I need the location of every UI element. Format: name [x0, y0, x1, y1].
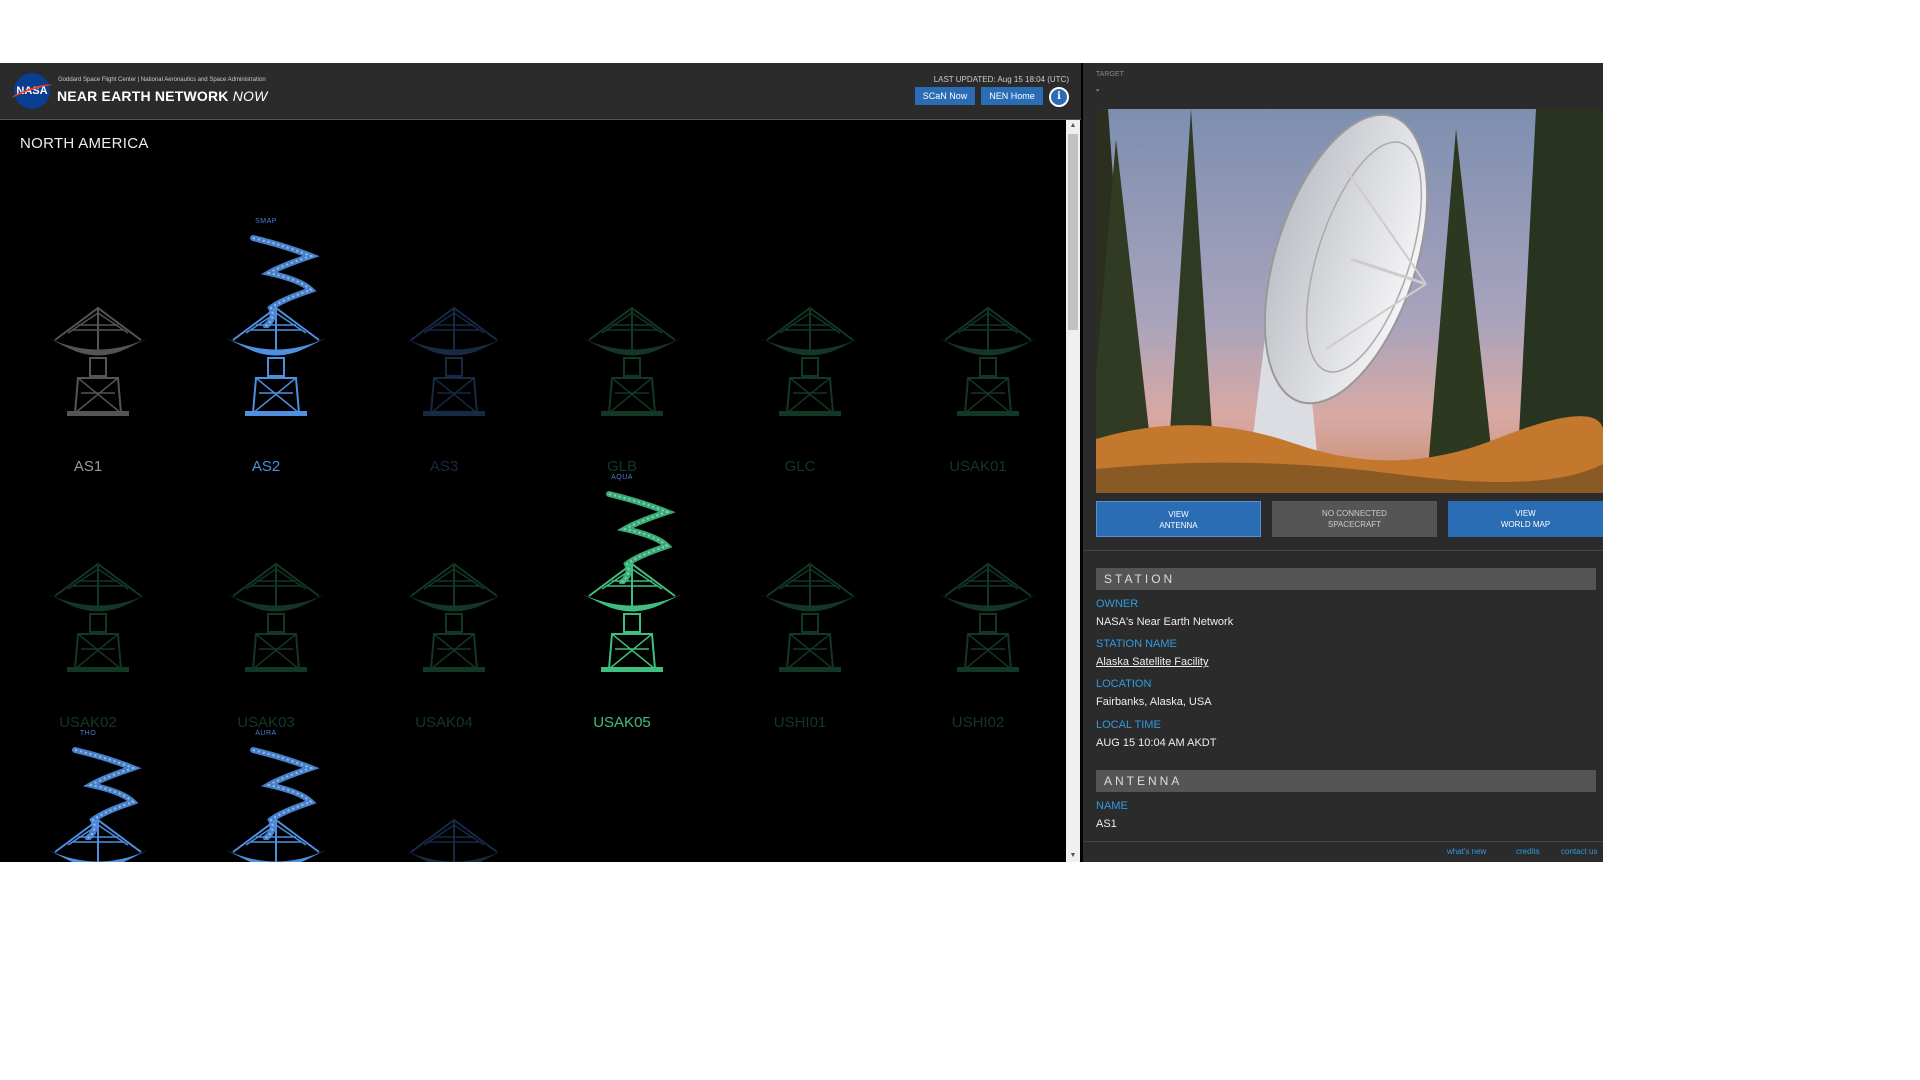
antenna-label[interactable]: GLC	[735, 458, 865, 475]
antenna-dish-icon	[938, 306, 1038, 416]
info-icon[interactable]: i	[1049, 87, 1069, 107]
antenna-label[interactable]: AS3	[379, 458, 509, 475]
nasa-logo[interactable]: NASA	[14, 73, 50, 109]
target-caption: TARGET	[1096, 71, 1124, 78]
antenna-name-value: AS1	[1096, 818, 1117, 830]
region-title: NORTH AMERICA	[20, 135, 149, 152]
world-map-line2: WORLD MAP	[1500, 520, 1551, 529]
antenna-label[interactable]: AS2	[201, 458, 331, 475]
antenna-tile[interactable]: USAK04	[379, 474, 509, 731]
world-map-line1: VIEW	[1515, 509, 1536, 518]
antenna-tile[interactable]: USHI01	[735, 474, 865, 731]
app-window: NASA Goddard Space Flight Center | Natio…	[0, 63, 1603, 862]
credits-link[interactable]: credits	[1516, 847, 1540, 856]
org-line: Goddard Space Flight Center | National A…	[58, 77, 266, 83]
no-conn-line1: NO CONNECTED	[1322, 509, 1387, 518]
antenna-tile[interactable]: AURA	[201, 730, 331, 862]
scroll-up-arrow[interactable]: ▲	[1066, 120, 1080, 132]
no-conn-line2: SPACECRAFT	[1327, 520, 1382, 529]
spacecraft-label: AQUA	[611, 474, 633, 481]
antenna-dish-icon	[582, 306, 682, 416]
antenna-tile[interactable]	[379, 730, 509, 862]
scan-now-button[interactable]: SCaN Now	[915, 87, 975, 105]
antenna-label[interactable]: USHI01	[735, 714, 865, 731]
antenna-dish-icon	[226, 562, 326, 672]
antenna-tile[interactable]: SMAP AS2	[201, 218, 331, 475]
antenna-label[interactable]: USAK03	[201, 714, 331, 731]
view-antenna-line1: VIEW	[1168, 510, 1189, 519]
station-section-header: STATION	[1096, 568, 1596, 590]
scroll-thumb[interactable]	[1068, 134, 1078, 330]
app-title-main: NEAR EARTH NETWORK	[57, 88, 229, 104]
spacecraft-label: THO	[79, 730, 97, 737]
antenna-label[interactable]: GLB	[557, 458, 687, 475]
header-bar: NASA Goddard Space Flight Center | Natio…	[0, 63, 1081, 120]
owner-caption: OWNER	[1096, 598, 1139, 610]
owner-value: NASA's Near Earth Network	[1096, 616, 1234, 628]
antenna-tile[interactable]: AS1	[23, 218, 153, 475]
view-world-map-button[interactable]: VIEW WORLD MAP	[1448, 501, 1603, 537]
footer-divider	[1083, 841, 1603, 842]
nen-home-button[interactable]: NEN Home	[981, 87, 1043, 105]
local-time-value: AUG 15 10:04 AM AKDT	[1096, 737, 1217, 749]
location-value: Fairbanks, Alaska, USA	[1096, 696, 1212, 708]
antenna-dish-icon	[404, 562, 504, 672]
antenna-dish-icon	[48, 562, 148, 672]
antenna-grid-panel: NASA Goddard Space Flight Center | Natio…	[0, 63, 1081, 862]
antenna-tile[interactable]: THO	[23, 730, 153, 862]
antenna-tile[interactable]: USHI02	[913, 474, 1043, 731]
station-name-caption: STATION NAME	[1096, 638, 1177, 650]
antenna-dish-icon	[404, 306, 504, 416]
antenna-photo	[1096, 109, 1603, 493]
antenna-tile[interactable]: AS3	[379, 218, 509, 475]
detail-panel: TARGET - VIEW ANTENNA NO CONNECTED SPACE…	[1083, 63, 1603, 862]
antenna-tile[interactable]: GLC	[735, 218, 865, 475]
antenna-tile[interactable]: USAK02	[23, 474, 153, 731]
antenna-section-header: ANTENNA	[1096, 770, 1596, 792]
scroll-down-arrow[interactable]: ▼	[1066, 850, 1080, 862]
antenna-label[interactable]: AS1	[23, 458, 153, 475]
view-antenna-line2: ANTENNA	[1159, 521, 1198, 530]
antenna-tile[interactable]: USAK01	[913, 218, 1043, 475]
spacecraft-label: AURA	[255, 730, 277, 737]
contact-us-link[interactable]: contact us	[1561, 847, 1597, 856]
antenna-label[interactable]: USHI02	[913, 714, 1043, 731]
antenna-dish-icon	[760, 306, 860, 416]
divider	[1083, 550, 1603, 551]
signal-wave-icon	[72, 747, 142, 840]
antenna-dish-icon	[48, 306, 148, 416]
signal-wave-icon	[250, 747, 320, 840]
antenna-label[interactable]: USAK02	[23, 714, 153, 731]
antenna-tile[interactable]: USAK03	[201, 474, 331, 731]
local-time-caption: LOCAL TIME	[1096, 719, 1161, 731]
signal-wave-icon	[606, 491, 676, 584]
scrollbar[interactable]: ▲ ▼	[1066, 120, 1080, 862]
app-title-now: NOW	[232, 88, 268, 104]
antenna-tile[interactable]: AQUA USAK05	[557, 474, 687, 731]
station-name-link[interactable]: Alaska Satellite Facility	[1096, 656, 1209, 668]
location-caption: LOCATION	[1096, 678, 1152, 690]
antenna-tile[interactable]: GLB	[557, 218, 687, 475]
antenna-label[interactable]: USAK01	[913, 458, 1043, 475]
spacecraft-label: SMAP	[255, 218, 277, 225]
antenna-dish-icon	[404, 818, 504, 862]
app-title: NEAR EARTH NETWORK NOW	[57, 88, 268, 104]
antenna-dish-icon	[938, 562, 1038, 672]
antenna-label[interactable]: USAK04	[379, 714, 509, 731]
last-updated: LAST UPDATED: Aug 15 18:04 (UTC)	[933, 75, 1069, 84]
target-value: -	[1096, 85, 1100, 96]
antenna-name-caption: NAME	[1096, 800, 1128, 812]
view-antenna-button[interactable]: VIEW ANTENNA	[1096, 501, 1261, 537]
whats-new-link[interactable]: what's new	[1447, 847, 1486, 856]
antenna-label[interactable]: USAK05	[557, 714, 687, 731]
antenna-dish-icon	[760, 562, 860, 672]
no-connected-spacecraft-button[interactable]: NO CONNECTED SPACECRAFT	[1272, 501, 1437, 537]
selected-antenna-label: AS1	[73, 458, 103, 475]
signal-wave-icon	[250, 235, 320, 328]
